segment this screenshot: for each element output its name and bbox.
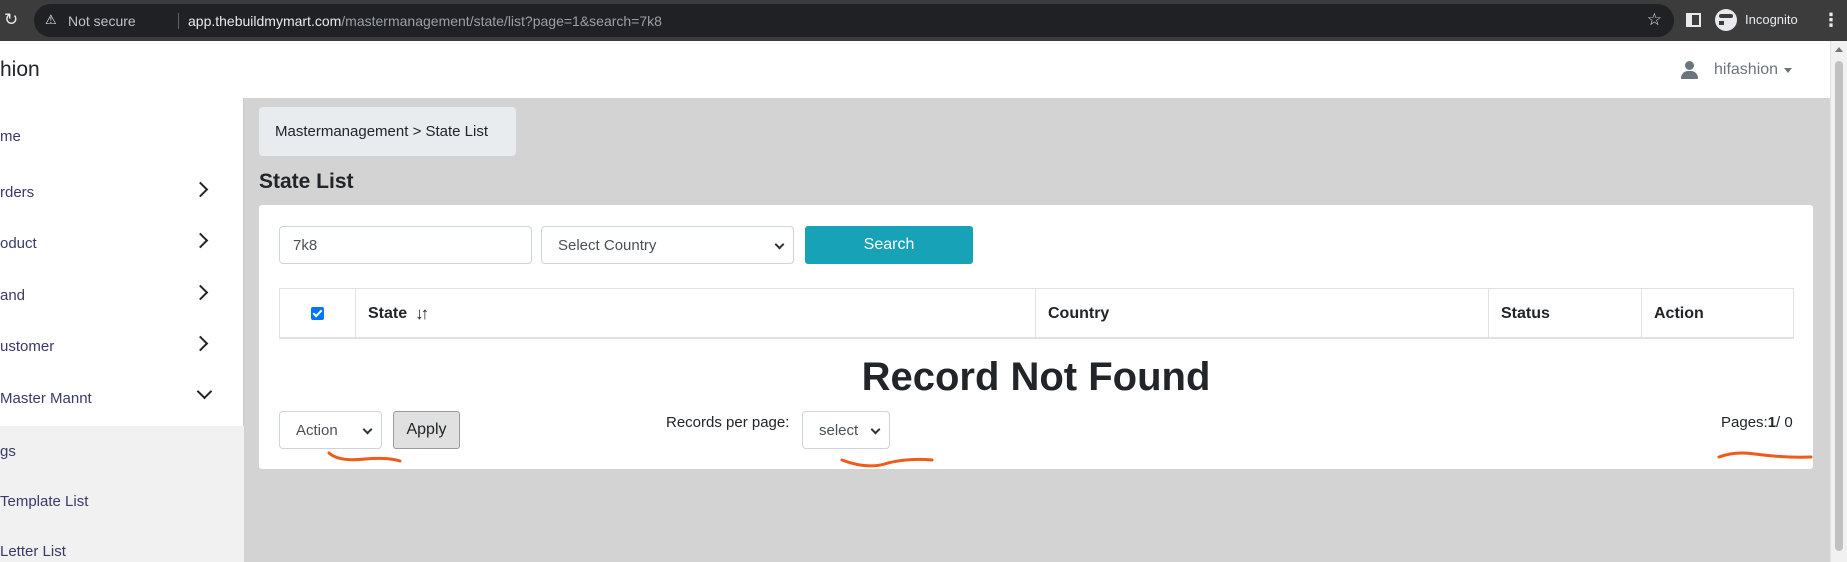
sidebar-item-orders[interactable]: rders — [0, 167, 244, 217]
page-scrollbar[interactable] — [1830, 41, 1847, 562]
sidebar-item-label: me — [0, 127, 21, 145]
reload-icon[interactable]: ↻ — [4, 11, 22, 29]
warning-icon[interactable]: ⚠ — [45, 12, 57, 28]
column-header-country: Country — [1036, 289, 1489, 338]
sidebar-item-label: rders — [0, 183, 35, 201]
sidebar-item-label: gs — [0, 442, 16, 460]
address-bar[interactable]: ⚠ Not secure app.thebuildmymart.com/mast… — [34, 4, 1674, 37]
url-text[interactable]: app.thebuildmymart.com/mastermanagement/… — [188, 13, 662, 29]
records-per-page-value: select — [819, 421, 859, 439]
column-header-action: Action — [1642, 289, 1795, 338]
url-path: /mastermanagement/state/list?page=1&sear… — [341, 13, 662, 29]
user-name: hifashion — [1714, 61, 1779, 78]
bulk-action-select[interactable]: Action — [279, 411, 382, 449]
caret-down-icon — [1784, 67, 1793, 73]
url-host: app.thebuildmymart.com — [188, 13, 342, 29]
breadcrumb[interactable]: Mastermanagement > State List — [259, 107, 516, 156]
chevron-right-icon — [192, 284, 209, 301]
sort-icon[interactable]: ↓↑ — [415, 304, 429, 324]
chevron-down-icon — [362, 424, 373, 435]
pages-current: 1 — [1767, 414, 1777, 431]
bookmark-star-icon[interactable]: ☆ — [1647, 10, 1662, 30]
incognito-label[interactable]: Incognito — [1745, 12, 1798, 27]
chevron-right-icon — [192, 335, 209, 352]
scrollbar-thumb[interactable] — [1835, 61, 1843, 551]
pagination-info: Pages:1/ 0 — [1721, 414, 1793, 431]
sidebar-item-letter-list[interactable]: Letter List — [0, 526, 244, 562]
page-title: State List — [259, 170, 354, 193]
records-per-page-select[interactable]: select — [802, 411, 890, 449]
sidebar-item-label: ustomer — [0, 337, 55, 355]
country-select-value: Select Country — [558, 236, 657, 254]
sidebar-item-customer[interactable]: ustomer — [0, 321, 244, 371]
sidebar-item-master-management[interactable]: Master Mannt — [0, 373, 244, 423]
side-panel-icon[interactable] — [1686, 13, 1701, 27]
column-label: State — [368, 304, 408, 322]
brand-name[interactable]: hion — [0, 58, 40, 82]
user-icon — [1680, 61, 1698, 79]
sidebar: me rders oduct and ustomer Master Mannt … — [0, 98, 244, 562]
chevron-right-icon — [192, 181, 209, 198]
column-header-status: Status — [1489, 289, 1642, 338]
security-label[interactable]: Not secure — [68, 13, 136, 29]
browser-toolbar: ↻ ⚠ Not secure app.thebuildmymart.com/ma… — [0, 0, 1847, 41]
pages-label: Pages: — [1721, 414, 1768, 431]
sidebar-item-label: Template List — [0, 492, 89, 510]
chevron-down-icon — [774, 239, 785, 250]
sidebar-item-home[interactable]: me — [0, 111, 244, 161]
sidebar-item-product[interactable]: oduct — [0, 218, 244, 268]
column-label: Status — [1501, 304, 1550, 322]
column-label: Action — [1654, 304, 1704, 322]
country-select[interactable]: Select Country — [541, 226, 794, 264]
sidebar-item-label: and — [0, 286, 26, 304]
search-input[interactable] — [279, 226, 532, 264]
apply-button[interactable]: Apply — [393, 411, 460, 449]
user-menu[interactable]: hifashion — [1680, 59, 1793, 81]
sidebar-item-label: Letter List — [0, 542, 66, 560]
chevron-down-icon — [196, 383, 213, 400]
select-all-cell — [280, 289, 356, 338]
sidebar-item-template-list[interactable]: Template List — [0, 476, 244, 526]
sidebar-item-label: oduct — [0, 234, 37, 252]
divider — [178, 13, 179, 29]
chevron-down-icon — [870, 424, 881, 435]
column-label: Country — [1048, 304, 1110, 322]
pages-total: / 0 — [1776, 414, 1793, 431]
empty-state-message: Record Not Found — [861, 355, 1211, 399]
state-table-header: State ↓↑ Country Status Action — [279, 288, 1794, 339]
app-header: hion hifashion — [0, 41, 1830, 98]
records-per-page-label: Records per page: — [666, 414, 790, 431]
column-header-state[interactable]: State ↓↑ — [356, 289, 1036, 338]
bulk-action-value: Action — [296, 421, 338, 439]
scroll-up-icon[interactable] — [1835, 47, 1843, 52]
sidebar-item-settings[interactable]: gs — [0, 426, 244, 476]
menu-kebab-icon[interactable]: ⋮ — [1822, 8, 1840, 32]
search-button[interactable]: Search — [805, 226, 973, 264]
state-list-card: Select Country Search State ↓↑ Country S… — [259, 205, 1813, 469]
chevron-right-icon — [192, 232, 209, 249]
sidebar-item-label: Master Mannt — [0, 389, 92, 407]
sidebar-item-brand[interactable]: and — [0, 270, 244, 320]
select-all-checkbox[interactable] — [311, 307, 324, 320]
incognito-icon[interactable] — [1715, 9, 1743, 31]
